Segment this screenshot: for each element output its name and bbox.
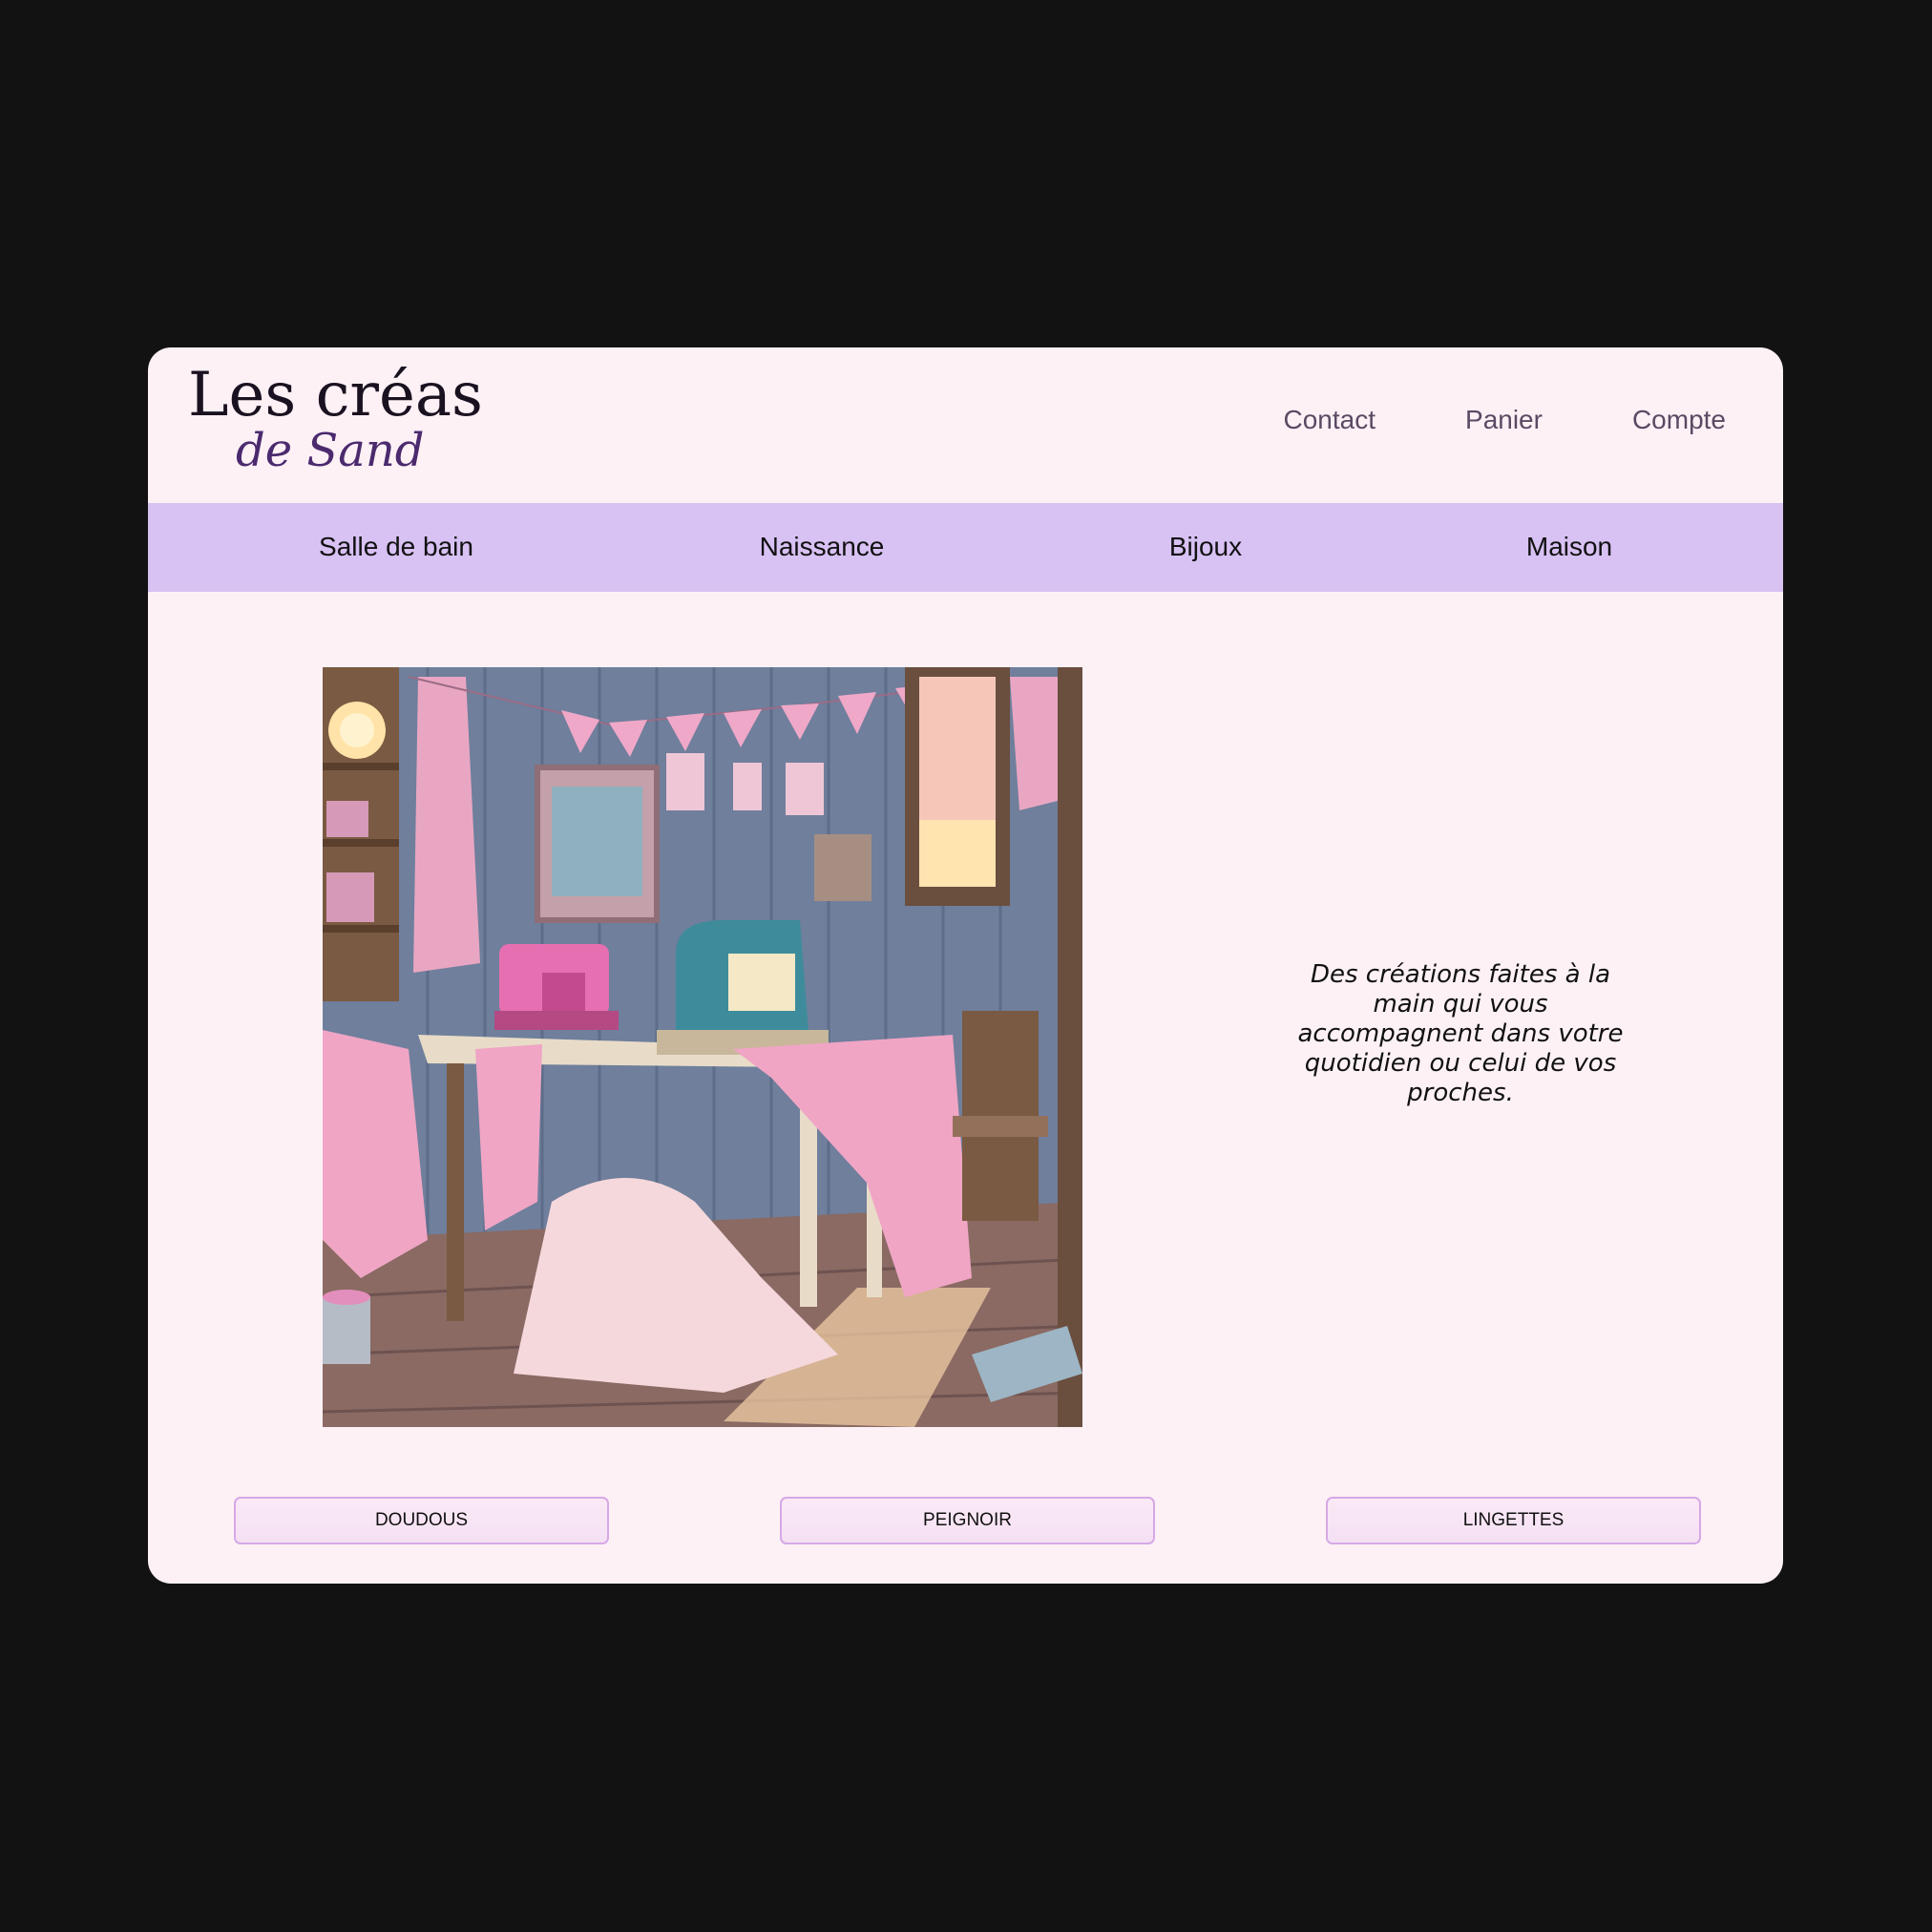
peignoir-button[interactable]: PEIGNOIR: [780, 1497, 1155, 1544]
sewing-workshop-image: [323, 667, 1082, 1427]
category-salle-de-bain[interactable]: Salle de bain: [319, 532, 473, 562]
header: Les créas de Sand Contact Panier Compte: [148, 347, 1783, 503]
logo-title: Les créas: [188, 360, 483, 430]
category-bijoux[interactable]: Bijoux: [1169, 532, 1242, 562]
logo-subtitle: de Sand: [236, 424, 425, 477]
category-naissance[interactable]: Naissance: [760, 532, 885, 562]
nav-contact-link[interactable]: Contact: [1284, 405, 1376, 435]
page-card: Les créas de Sand Contact Panier Compte …: [148, 347, 1783, 1584]
tagline-text: Des créations faites à la main qui vous …: [1297, 960, 1624, 1107]
top-nav: Contact Panier Compte: [1284, 405, 1726, 435]
doudous-button[interactable]: DOUDOUS: [234, 1497, 609, 1544]
site-logo[interactable]: Les créas de Sand: [188, 365, 483, 484]
category-maison[interactable]: Maison: [1526, 532, 1612, 562]
category-bar: Salle de bain Naissance Bijoux Maison: [148, 503, 1783, 592]
nav-cart-link[interactable]: Panier: [1465, 405, 1543, 435]
nav-account-link[interactable]: Compte: [1632, 405, 1726, 435]
lingettes-button[interactable]: LINGETTES: [1326, 1497, 1701, 1544]
